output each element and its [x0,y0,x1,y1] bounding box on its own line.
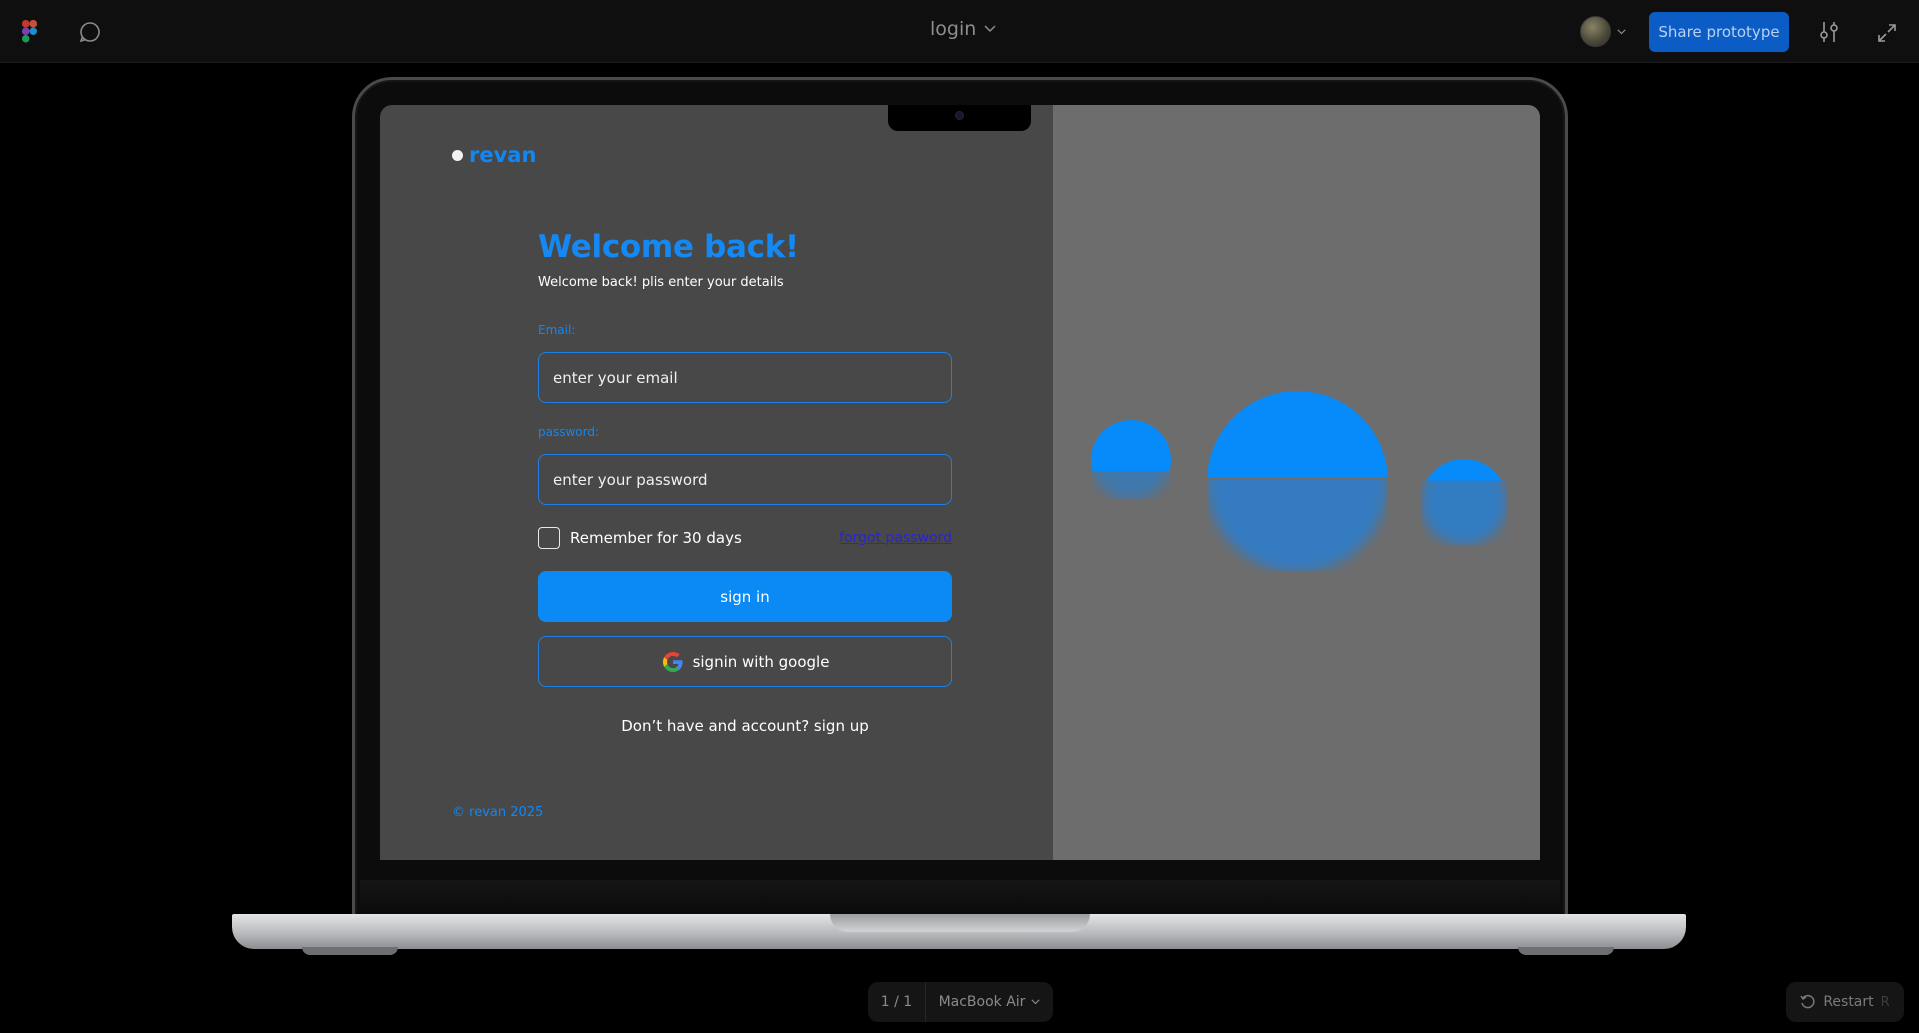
illustration-panel [1053,105,1540,860]
device-name: MacBook Air [938,994,1026,1010]
brand-dot-icon [452,149,463,161]
email-field[interactable] [538,352,952,403]
chevron-down-icon [984,25,996,33]
chevron-down-icon [1031,999,1041,1005]
email-label: Email: [538,323,576,337]
restart-icon [1800,994,1815,1009]
remember-label: Remember for 30 days [570,529,742,547]
avatar [1580,16,1611,47]
google-icon [662,651,683,672]
remember-checkbox[interactable] [538,527,560,549]
sign-in-button[interactable]: sign in [538,571,952,622]
share-prototype-button[interactable]: Share prototype [1649,12,1789,52]
prototype-toolbar: login Share prototype [0,0,1919,63]
restart-button[interactable]: Restart R [1786,982,1904,1022]
settings-icon[interactable] [1818,20,1840,44]
device-foot [302,947,398,955]
device-frame-notch [830,914,1090,932]
chevron-down-icon [1617,28,1626,34]
page-title: Welcome back! [538,229,799,265]
page-count: 1 / 1 [868,982,926,1022]
password-field[interactable] [538,454,952,505]
file-title: login [930,18,977,40]
expand-icon[interactable] [1878,24,1896,42]
google-signin-label: signin with google [692,652,830,671]
camera-icon [955,111,964,120]
restart-shortcut: R [1880,994,1890,1010]
device-foot [1518,947,1614,955]
brand-name: revan [469,143,537,167]
remember-me[interactable]: Remember for 30 days [538,527,742,549]
google-signin-button[interactable]: signin with google [538,636,952,687]
device-controls: 1 / 1 MacBook Air [868,982,1053,1022]
forgot-password-link[interactable]: forgot password [832,530,952,546]
device-select[interactable]: MacBook Air [926,994,1053,1010]
comment-icon[interactable] [79,21,101,43]
user-menu[interactable] [1580,16,1626,47]
sign-up-link[interactable]: Don’t have and account? sign up [538,717,952,735]
device-screen: revan Welcome back! Welcome back! plis e… [380,105,1540,860]
camera-notch [888,105,1031,131]
copyright-text: © revan 2025 [452,805,544,820]
device-frame-chin [360,880,1560,914]
file-title-dropdown[interactable]: login [930,18,996,40]
login-panel: revan Welcome back! Welcome back! plis e… [380,105,1053,860]
restart-label: Restart [1823,994,1874,1010]
page-subtitle: Welcome back! plis enter your details [538,275,784,290]
password-label: password: [538,425,600,439]
brand-logo: revan [452,143,536,167]
figma-logo-icon[interactable] [22,20,37,43]
